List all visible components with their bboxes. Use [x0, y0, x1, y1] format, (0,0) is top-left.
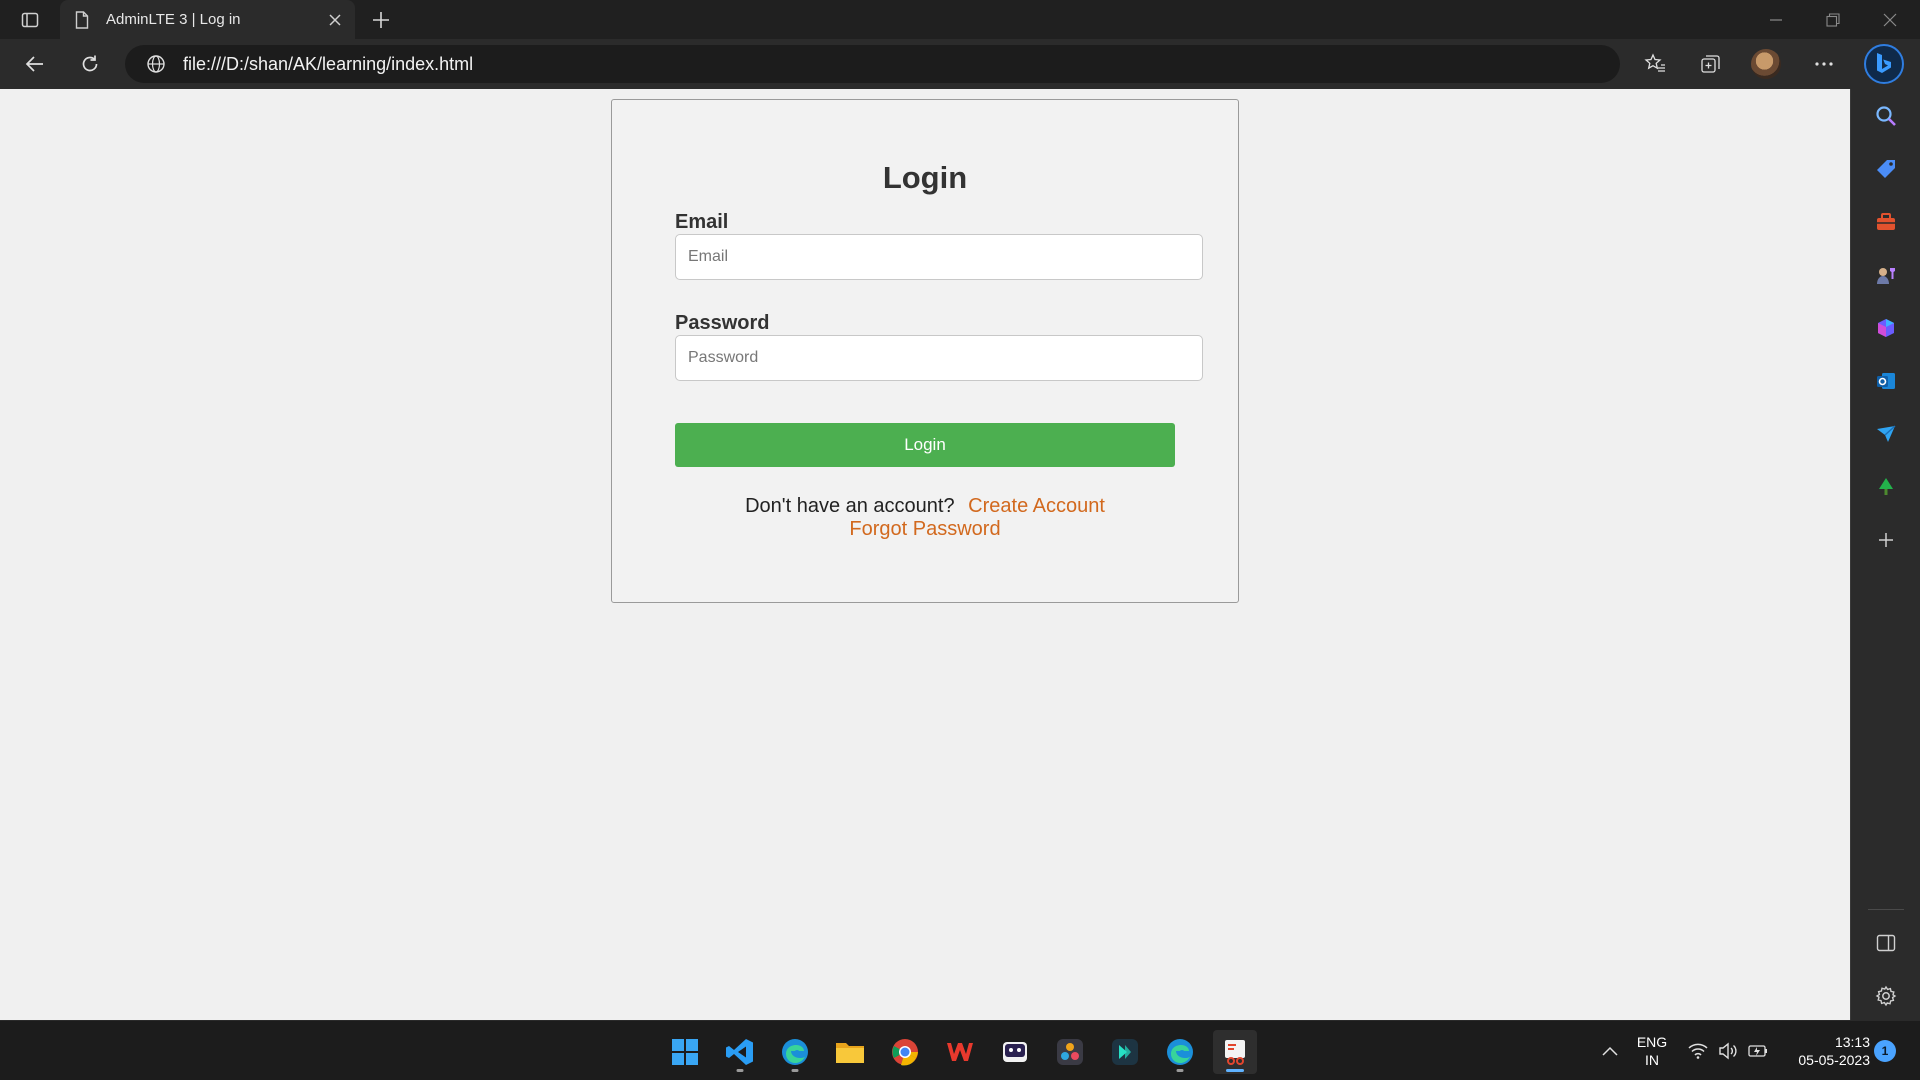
- chrome-icon[interactable]: [883, 1030, 927, 1074]
- notification-badge[interactable]: 1: [1874, 1040, 1896, 1062]
- tab-actions-icon[interactable]: [14, 6, 46, 34]
- new-tab-icon[interactable]: [366, 5, 396, 35]
- tree-icon[interactable]: [1871, 472, 1901, 502]
- email-label: Email: [675, 211, 729, 233]
- clock-time: 13:13: [1834, 1034, 1870, 1050]
- collections-icon[interactable]: [1694, 47, 1728, 81]
- login-title: Login: [882, 160, 968, 195]
- url-text: file:///D:/shan/AK/learning/index.html: [183, 53, 474, 74]
- toolbox-icon[interactable]: [1871, 207, 1901, 237]
- filmora-icon[interactable]: [1103, 1030, 1147, 1074]
- close-tab-icon[interactable]: [321, 6, 349, 34]
- tab-title: AdminLTE 3 | Log in: [106, 11, 241, 28]
- bing-chat-icon[interactable]: [1864, 44, 1904, 84]
- running-indicator: [736, 1069, 744, 1072]
- tag-icon[interactable]: [1871, 154, 1901, 184]
- system-clock[interactable]: 13:13 05-05-2023: [1785, 1033, 1870, 1069]
- email-input[interactable]: [675, 234, 1203, 280]
- password-label: Password: [675, 312, 770, 334]
- split-pane-icon[interactable]: [1871, 928, 1901, 958]
- wps-office-icon[interactable]: [938, 1030, 982, 1074]
- address-bar[interactable]: file:///D:/shan/AK/learning/index.html: [125, 45, 1620, 83]
- region-code: IN: [1645, 1052, 1659, 1068]
- input-language[interactable]: ENG IN: [1636, 1033, 1668, 1069]
- settings-icon[interactable]: [1871, 981, 1901, 1011]
- browser-toolbar: file:///D:/shan/AK/learning/index.html: [0, 39, 1920, 89]
- davinci-resolve-icon[interactable]: [1048, 1030, 1092, 1074]
- volume-icon[interactable]: [1716, 1039, 1740, 1063]
- file-explorer-icon[interactable]: [828, 1030, 872, 1074]
- windows-taskbar: ENG IN 13:13 05-05-2023 1: [0, 1020, 1920, 1080]
- search-icon[interactable]: [1871, 101, 1901, 131]
- edge-beta-icon[interactable]: [1158, 1030, 1202, 1074]
- login-button[interactable]: Login: [675, 423, 1175, 467]
- back-icon[interactable]: [18, 47, 52, 81]
- close-window-icon[interactable]: [1862, 0, 1918, 39]
- forgot-password-link[interactable]: Forgot Password: [849, 518, 1000, 540]
- minimize-icon[interactable]: [1748, 0, 1804, 39]
- page-icon: [72, 10, 92, 30]
- office-icon[interactable]: [1871, 313, 1901, 343]
- battery-icon[interactable]: [1746, 1039, 1770, 1063]
- page-content: Login Email Password Login Don't have an…: [0, 89, 1850, 1020]
- profile-avatar[interactable]: [1751, 49, 1781, 79]
- show-hidden-icons-icon[interactable]: [1598, 1039, 1622, 1063]
- edge-sidebar: [1850, 89, 1920, 1020]
- create-account-link[interactable]: Create Account: [968, 495, 1105, 517]
- login-card: Login Email Password Login Don't have an…: [611, 99, 1239, 603]
- clock-date: 05-05-2023: [1798, 1052, 1870, 1068]
- outlook-icon[interactable]: [1871, 366, 1901, 396]
- wifi-icon[interactable]: [1686, 1039, 1710, 1063]
- send-icon[interactable]: [1871, 419, 1901, 449]
- add-icon[interactable]: [1871, 525, 1901, 555]
- vscode-icon[interactable]: [718, 1030, 762, 1074]
- no-account-prompt: Don't have an account?: [745, 495, 955, 517]
- games-icon[interactable]: [1871, 260, 1901, 290]
- edge-icon[interactable]: [773, 1030, 817, 1074]
- running-indicator: [1176, 1069, 1184, 1072]
- sidebar-divider: [1868, 909, 1904, 910]
- snipping-tool-icon[interactable]: [1213, 1030, 1257, 1074]
- media-app-icon[interactable]: [993, 1030, 1037, 1074]
- browser-tab-bar: AdminLTE 3 | Log in: [0, 0, 1920, 39]
- browser-tab-active[interactable]: AdminLTE 3 | Log in: [60, 0, 355, 39]
- refresh-icon[interactable]: [73, 47, 107, 81]
- windows-start-icon[interactable]: [663, 1030, 707, 1074]
- language-code: ENG: [1636, 1034, 1668, 1050]
- restore-icon[interactable]: [1805, 0, 1861, 39]
- more-options-icon[interactable]: [1807, 47, 1841, 81]
- globe-icon: [145, 53, 167, 75]
- account-links: Don't have an account? Create Account Fo…: [612, 495, 1238, 541]
- running-indicator: [791, 1069, 799, 1072]
- favorites-icon[interactable]: [1638, 47, 1672, 81]
- password-input[interactable]: [675, 335, 1203, 381]
- active-indicator: [1226, 1069, 1244, 1072]
